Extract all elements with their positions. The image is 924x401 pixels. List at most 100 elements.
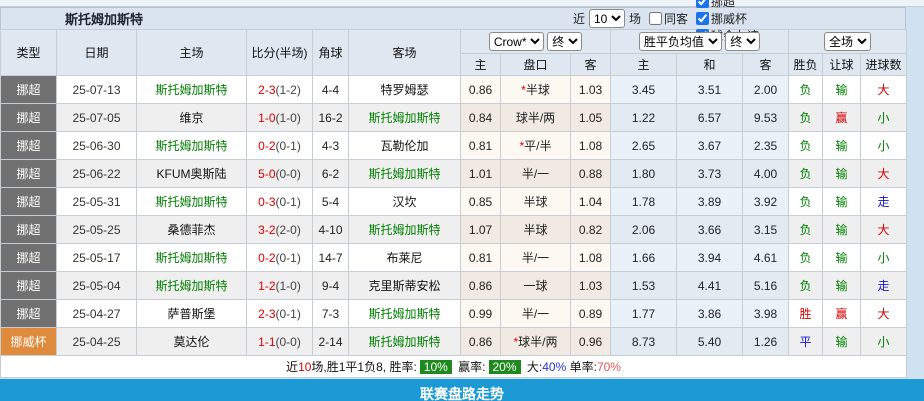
col-corner: 角球 [313, 30, 349, 76]
cell-goals-result: 大 [861, 76, 907, 104]
cell-competition-type: 挪超 [1, 104, 57, 132]
cell-handicap: 球半/两 [501, 104, 571, 132]
cell-avg-draw: 3.89 [677, 188, 743, 216]
league-checkbox[interactable] [696, 12, 709, 25]
cell-home-team[interactable]: 斯托姆加斯特 [137, 76, 247, 104]
cell-odds-home: 0.84 [461, 104, 501, 132]
cell-score: 1-0(1-0) [247, 104, 313, 132]
cell-score: 0-2(0-1) [247, 244, 313, 272]
cell-odds-away: 0.96 [571, 328, 611, 356]
cell-competition-type: 挪超 [1, 244, 57, 272]
cell-competition-type: 挪超 [1, 272, 57, 300]
cell-date: 25-05-31 [57, 188, 137, 216]
summary-near-count: 10 [298, 360, 311, 374]
cell-date: 25-04-27 [57, 300, 137, 328]
cell-away-team[interactable]: 瓦勒伦加 [349, 132, 461, 160]
cell-avg-draw: 5.40 [677, 328, 743, 356]
col-away: 客场 [349, 30, 461, 76]
cell-avg-draw: 3.66 [677, 216, 743, 244]
cell-home-team[interactable]: 斯托姆加斯特 [137, 272, 247, 300]
cell-avg-away: 3.15 [743, 216, 789, 244]
cell-home-team[interactable]: 莫达伦 [137, 328, 247, 356]
profit-rate-badge: 20% [489, 360, 521, 374]
cell-home-team[interactable]: 维京 [137, 104, 247, 132]
bookmaker-state-select[interactable]: 终 [547, 32, 582, 51]
cell-away-team[interactable]: 特罗姆瑟 [349, 76, 461, 104]
cell-result: 负 [789, 132, 823, 160]
cell-date: 25-05-04 [57, 272, 137, 300]
league-checkbox[interactable] [696, 0, 709, 8]
summary-near-label: 近 [286, 360, 298, 374]
cell-score: 2-3(1-2) [247, 76, 313, 104]
avg-state-select[interactable]: 终 [725, 32, 760, 51]
cell-odds-away: 1.05 [571, 104, 611, 132]
cell-odds-away: 1.08 [571, 132, 611, 160]
same-away-filter[interactable]: 同客 [645, 10, 688, 27]
league-filter-挪威杯[interactable]: 挪威杯 [692, 10, 759, 27]
cell-odds-away: 1.08 [571, 244, 611, 272]
col-type: 类型 [1, 30, 57, 76]
cell-away-team[interactable]: 布莱尼 [349, 244, 461, 272]
cell-goals-result: 大 [861, 160, 907, 188]
cell-home-team[interactable]: 萨普斯堡 [137, 300, 247, 328]
cell-avg-draw: 3.94 [677, 244, 743, 272]
col-avg-draw: 和 [677, 54, 743, 76]
cell-handicap: 半/一 [501, 160, 571, 188]
cell-avg-draw: 3.51 [677, 76, 743, 104]
cell-handicap-result: 输 [823, 188, 861, 216]
profit-label: 赢率: [458, 360, 485, 374]
cell-away-team[interactable]: 斯托姆加斯特 [349, 300, 461, 328]
cell-avg-away: 2.00 [743, 76, 789, 104]
cell-result: 负 [789, 244, 823, 272]
cell-avg-home: 1.78 [611, 188, 677, 216]
same-away-label: 同客 [664, 10, 688, 27]
team-title: 斯托姆加斯特 [1, 9, 143, 28]
cell-date: 25-05-17 [57, 244, 137, 272]
scope-select[interactable]: 全场 [824, 32, 871, 51]
cell-away-team[interactable]: 汉坎 [349, 188, 461, 216]
match-row: 挪威杯25-04-25莫达伦1-1(0-0)2-14斯托姆加斯特0.86*球半/… [1, 328, 907, 356]
col-avg-away: 客 [743, 54, 789, 76]
cell-avg-away: 3.92 [743, 188, 789, 216]
cell-handicap-result: 输 [823, 132, 861, 160]
cell-score: 3-2(2-0) [247, 216, 313, 244]
col-handicap: 盘口 [501, 54, 571, 76]
cell-away-team[interactable]: 斯托姆加斯特 [349, 160, 461, 188]
col-score: 比分(半场) [247, 30, 313, 76]
cell-away-team[interactable]: 克里斯蒂安松 [349, 272, 461, 300]
cell-home-team[interactable]: 斯托姆加斯特 [137, 132, 247, 160]
bookmaker-select[interactable]: Crow* [489, 32, 544, 51]
cell-corners: 14-7 [313, 244, 349, 272]
big-rate: 40% [542, 360, 566, 374]
cell-avg-draw: 3.73 [677, 160, 743, 188]
avg-source-select[interactable]: 胜平负均值 [639, 32, 722, 51]
cell-away-team[interactable]: 斯托姆加斯特 [349, 328, 461, 356]
cell-corners: 6-2 [313, 160, 349, 188]
recent-count-select[interactable]: 10 [589, 9, 625, 28]
cell-handicap-result: 输 [823, 160, 861, 188]
cell-handicap: 半球 [501, 216, 571, 244]
cell-home-team[interactable]: 桑德菲杰 [137, 216, 247, 244]
col-handicap-result: 让球 [823, 54, 861, 76]
cell-odds-home: 0.86 [461, 76, 501, 104]
col-avg-home: 主 [611, 54, 677, 76]
cell-date: 25-05-25 [57, 216, 137, 244]
match-row: 挪超25-04-27萨普斯堡2-3(0-1)7-3斯托姆加斯特0.99半/一0.… [1, 300, 907, 328]
cell-date: 25-04-25 [57, 328, 137, 356]
league-filter-挪超[interactable]: 挪超 [692, 0, 759, 10]
match-row: 挪超25-05-31斯托姆加斯特0-3(0-1)5-4汉坎0.85半球1.041… [1, 188, 907, 216]
cell-away-team[interactable]: 斯托姆加斯特 [349, 104, 461, 132]
cell-score: 0-3(0-1) [247, 188, 313, 216]
cell-avg-home: 2.65 [611, 132, 677, 160]
cell-corners: 5-4 [313, 188, 349, 216]
cell-goals-result: 小 [861, 132, 907, 160]
cell-home-team[interactable]: KFUM奥斯陆 [137, 160, 247, 188]
cell-avg-home: 3.45 [611, 76, 677, 104]
cell-away-team[interactable]: 斯托姆加斯特 [349, 216, 461, 244]
cell-home-team[interactable]: 斯托姆加斯特 [137, 244, 247, 272]
cell-handicap: *平/半 [501, 132, 571, 160]
cell-competition-type: 挪超 [1, 188, 57, 216]
col-result: 胜负 [789, 54, 823, 76]
same-away-checkbox[interactable] [649, 12, 662, 25]
cell-home-team[interactable]: 斯托姆加斯特 [137, 188, 247, 216]
